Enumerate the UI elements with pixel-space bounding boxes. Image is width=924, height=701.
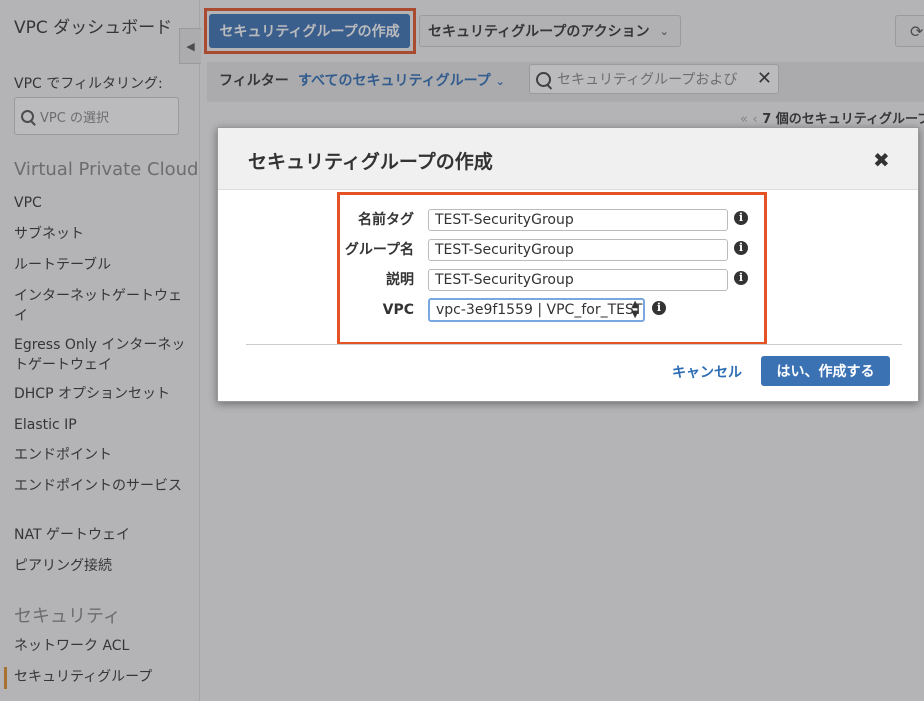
info-icon[interactable]: i: [652, 301, 666, 315]
close-icon[interactable]: ✖: [873, 148, 890, 172]
dialog-title: セキュリティグループの作成: [248, 151, 493, 173]
vpc-label: VPC: [382, 302, 414, 318]
info-icon[interactable]: i: [734, 241, 748, 255]
cancel-button[interactable]: キャンセル: [672, 362, 742, 382]
vpc-select[interactable]: vpc-3e9f1559 | VPC_for_TEST ▲ ▼: [428, 298, 645, 322]
select-arrows-icon: ▲ ▼: [631, 299, 639, 320]
description-label: 説明: [386, 272, 414, 288]
group-name-input[interactable]: TEST-SecurityGroup: [428, 239, 728, 261]
dialog-header: セキュリティグループの作成 ✖: [218, 128, 918, 190]
name-tag-input[interactable]: TEST-SecurityGroup: [428, 209, 728, 231]
group-name-label: グループ名: [344, 242, 414, 258]
confirm-create-button[interactable]: はい、作成する: [761, 356, 890, 386]
info-icon[interactable]: i: [734, 211, 748, 225]
divider: [246, 344, 902, 345]
info-icon[interactable]: i: [734, 271, 748, 285]
create-security-group-dialog: セキュリティグループの作成 ✖ 名前タグ TEST-SecurityGroup …: [217, 127, 919, 402]
vpc-select-value: vpc-3e9f1559 | VPC_for_TEST: [436, 302, 643, 318]
description-input[interactable]: TEST-SecurityGroup: [428, 269, 728, 291]
name-tag-label: 名前タグ: [358, 212, 414, 228]
